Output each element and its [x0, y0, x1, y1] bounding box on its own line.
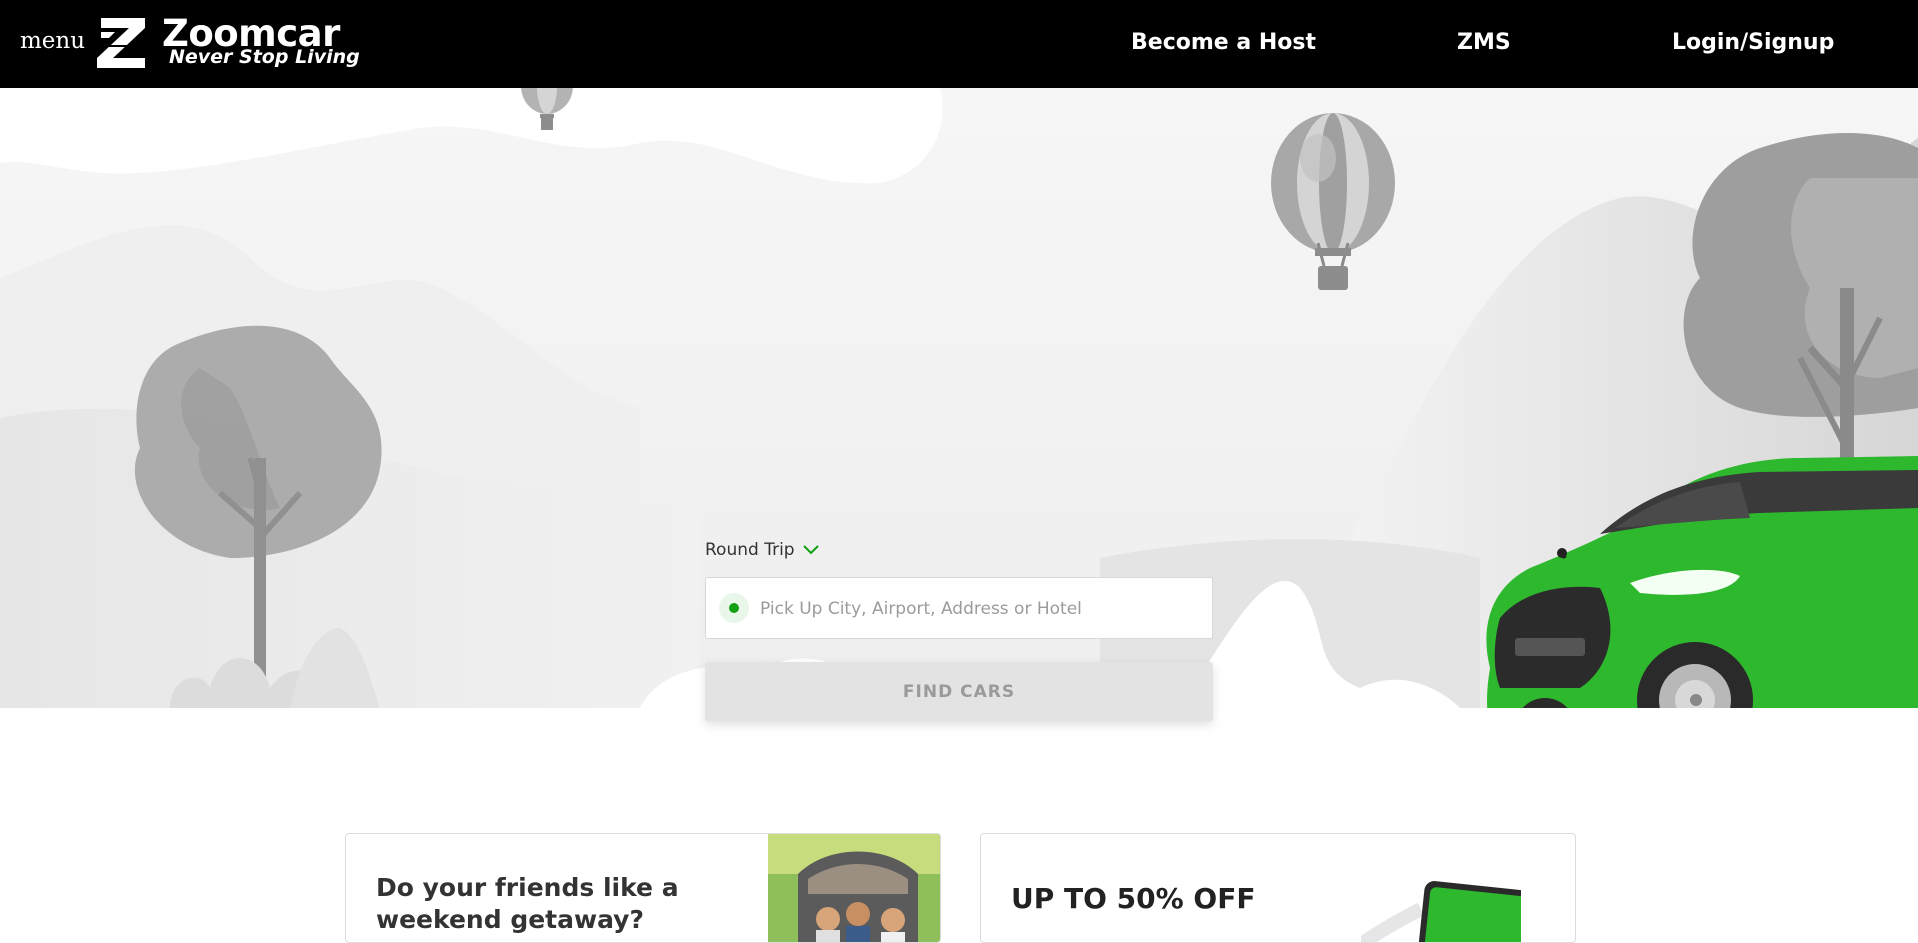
friends-car-photo	[768, 834, 940, 942]
promo-title: UP TO 50% OFF	[1011, 882, 1256, 915]
promo-title: Do your friends like a weekend getaway?	[376, 873, 679, 934]
top-nav-bar: menu Zoomcar Never Stop Living Become a …	[0, 0, 1918, 88]
pickup-location-input[interactable]	[758, 590, 1202, 628]
nav-zms[interactable]: ZMS	[1457, 30, 1511, 55]
brand-tagline: Never Stop Living	[169, 46, 360, 68]
phone-illustration	[1361, 881, 1521, 942]
find-cars-button[interactable]: FIND CARS	[705, 662, 1213, 721]
zoomcar-logo-icon	[97, 18, 145, 68]
trip-type-dropdown[interactable]: Round Trip	[705, 540, 819, 560]
promo-card-discount[interactable]: UP TO 50% OFF	[980, 833, 1576, 943]
trip-type-label: Round Trip	[705, 540, 795, 560]
chevron-down-icon	[802, 545, 819, 555]
location-dot-icon	[719, 593, 749, 623]
nav-login-signup[interactable]: Login/Signup	[1672, 30, 1834, 55]
menu-button[interactable]: menu	[20, 28, 85, 54]
promo-card-weekend[interactable]: Do your friends like a weekend getaway?	[345, 833, 941, 943]
pickup-search-box[interactable]	[705, 577, 1213, 639]
nav-become-host[interactable]: Become a Host	[1131, 30, 1316, 55]
